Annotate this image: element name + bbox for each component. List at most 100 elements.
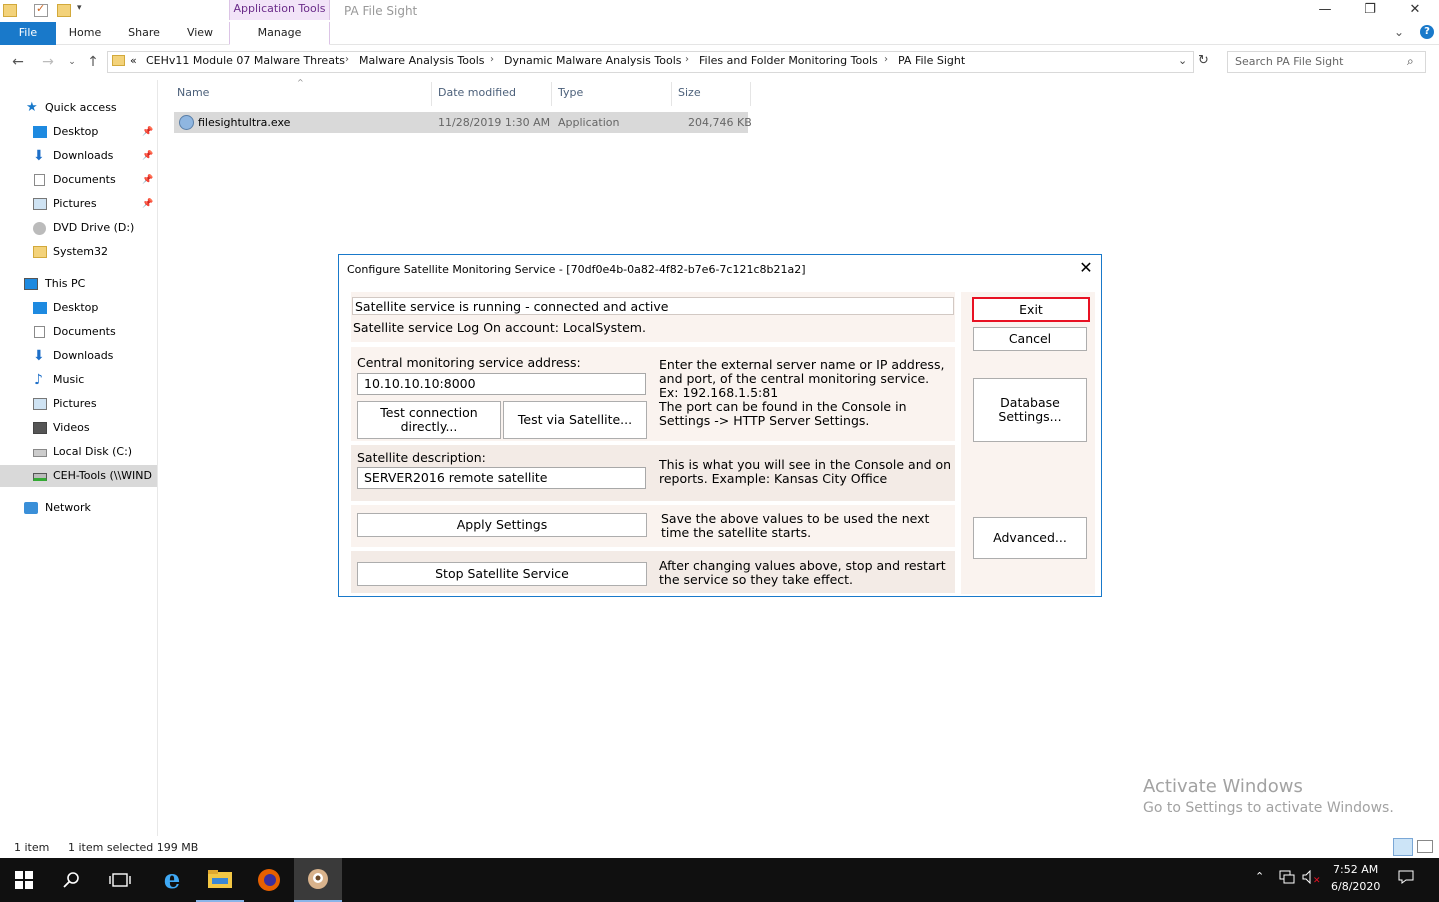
breadcrumb-item[interactable]: CEHv11 Module 07 Malware Threats [146,54,345,67]
sidebar-item-pictures[interactable]: Pictures 📌 [0,193,157,215]
address-help-line: The port can be found in the Console in [659,399,907,414]
file-type: Application [558,116,620,129]
sidebar-item-quick-access[interactable]: ★ Quick access [0,97,157,119]
tab-manage[interactable]: Manage [229,22,330,45]
breadcrumb-item[interactable]: PA File Sight [898,54,965,67]
pin-icon: 📌 [142,175,154,185]
minimize-button[interactable]: — [1310,2,1340,20]
activate-windows-heading: Activate Windows [1143,776,1303,797]
sidebar-item-local-disk[interactable]: Local Disk (C:) [0,441,157,463]
dialog-title: Configure Satellite Monitoring Service -… [347,263,806,276]
test-via-satellite-button[interactable]: Test via Satellite... [503,401,647,439]
tab-view[interactable]: View [177,22,223,45]
clock-date[interactable]: 6/8/2020 [1331,880,1380,893]
apply-settings-button[interactable]: Apply Settings [357,513,647,537]
stop-help-line: the service so they take effect. [659,572,854,587]
sidebar-item-documents[interactable]: Documents 📌 [0,169,157,191]
breadcrumb-item[interactable]: Dynamic Malware Analysis Tools [504,54,682,67]
properties-icon[interactable]: ✓ [34,2,48,17]
internet-explorer-icon[interactable]: e [148,858,196,902]
sidebar-item-this-pc[interactable]: This PC [0,273,157,295]
stop-satellite-service-button[interactable]: Stop Satellite Service [357,562,647,586]
new-folder-icon[interactable] [57,4,71,17]
address-label: Central monitoring service address: [357,355,581,370]
database-settings-button[interactable]: Database Settings... [973,378,1087,442]
address-dropdown-chevron-icon[interactable]: ⌄ [1178,54,1187,67]
restore-button[interactable]: ❐ [1355,2,1385,20]
collapse-ribbon-icon[interactable]: ⌄ [1394,25,1404,39]
forward-arrow-icon[interactable]: → [40,54,56,70]
satellite-description-input[interactable]: SERVER2016 remote satellite [357,467,646,489]
sidebar-item-network[interactable]: Network [0,497,157,519]
folder-icon [112,55,125,66]
breadcrumb-item[interactable]: Malware Analysis Tools [359,54,485,67]
column-header-type[interactable]: Type [558,86,583,99]
apply-help-line: Save the above values to be used the nex… [661,511,930,526]
dialog-close-icon[interactable]: ✕ [1078,259,1094,277]
large-icons-view-icon[interactable] [1417,840,1433,853]
hard-drive-icon [33,449,47,457]
column-header-date[interactable]: Date modified [438,86,516,99]
sidebar-item-videos[interactable]: Videos [0,417,157,439]
tab-share[interactable]: Share [121,22,167,45]
recent-locations-chevron-icon[interactable]: ⌄ [64,54,80,70]
exit-button[interactable]: Exit [972,297,1090,322]
sidebar-item-music[interactable]: ♪ Music [0,369,157,391]
details-view-icon[interactable] [1393,838,1413,856]
sidebar-item-pc-documents[interactable]: Documents [0,321,157,343]
column-divider[interactable] [671,82,672,106]
customize-quick-access-icon[interactable]: ▾ [77,3,82,13]
application-exe-icon [179,115,194,130]
file-explorer-icon[interactable] [196,858,244,902]
refresh-icon[interactable]: ↻ [1198,53,1209,68]
sidebar-item-pc-downloads[interactable]: ⬇ Downloads [0,345,157,367]
help-icon[interactable]: ? [1420,25,1434,39]
breadcrumb-item[interactable]: Files and Folder Monitoring Tools [699,54,878,67]
breadcrumb-separator-icon[interactable]: › [490,54,494,65]
breadcrumb-separator-icon[interactable]: › [685,54,689,65]
start-windows-icon[interactable] [0,858,48,902]
advanced-button[interactable]: Advanced... [973,517,1087,559]
tab-file[interactable]: File [0,22,56,45]
pa-file-sight-taskbar-icon[interactable] [294,858,342,902]
sidebar-item-pc-pictures[interactable]: Pictures [0,393,157,415]
search-input[interactable]: Search PA File Sight [1227,51,1426,73]
clock-time[interactable]: 7:52 AM [1333,863,1378,876]
column-divider[interactable] [750,82,751,106]
task-view-icon[interactable] [96,858,144,902]
breadcrumb-separator-icon[interactable]: › [345,54,349,65]
search-icon: ⌕ [1407,54,1414,68]
sidebar-item-pc-desktop[interactable]: Desktop [0,297,157,319]
document-icon [34,326,45,338]
column-header-name[interactable]: Name [177,86,209,99]
close-window-button[interactable]: ✕ [1400,2,1430,20]
network-drive-icon [33,473,47,481]
column-header-size[interactable]: Size [678,86,701,99]
back-arrow-icon[interactable]: ← [10,54,26,70]
sidebar-item-ceh-tools[interactable]: CEH-Tools (\\WIND [0,465,157,487]
network-status-icon[interactable] [1279,870,1295,888]
firefox-icon[interactable] [245,858,293,902]
sidebar-item-system32[interactable]: System32 [0,241,157,263]
show-hidden-icons-chevron-icon[interactable]: ⌃ [1255,870,1264,883]
search-icon[interactable] [48,858,96,902]
breadcrumb-separator-icon[interactable]: › [884,54,888,65]
up-arrow-icon[interactable]: ↑ [85,54,101,70]
column-divider[interactable] [431,82,432,106]
sidebar-item-desktop[interactable]: Desktop 📌 [0,121,157,143]
test-connection-directly-button[interactable]: Test connection directly... [357,401,501,439]
selection-info: 1 item selected 199 MB [68,841,199,854]
database-label-1: Database [1000,395,1060,410]
volume-muted-icon[interactable]: ✕ [1302,869,1321,888]
central-address-input[interactable]: 10.10.10.10:8000 [357,373,646,395]
file-name[interactable]: filesightultra.exe [198,116,290,129]
sidebar-item-downloads[interactable]: ⬇ Downloads 📌 [0,145,157,167]
description-help-line: reports. Example: Kansas City Office [659,471,888,486]
column-divider[interactable] [551,82,552,106]
logon-account-text: Satellite service Log On account: LocalS… [353,320,646,335]
breadcrumb-overflow[interactable]: « [130,54,137,67]
sidebar-item-dvd-drive[interactable]: DVD Drive (D:) [0,217,157,239]
tab-home[interactable]: Home [62,22,108,45]
notifications-icon[interactable] [1398,870,1414,888]
cancel-button[interactable]: Cancel [973,327,1087,351]
